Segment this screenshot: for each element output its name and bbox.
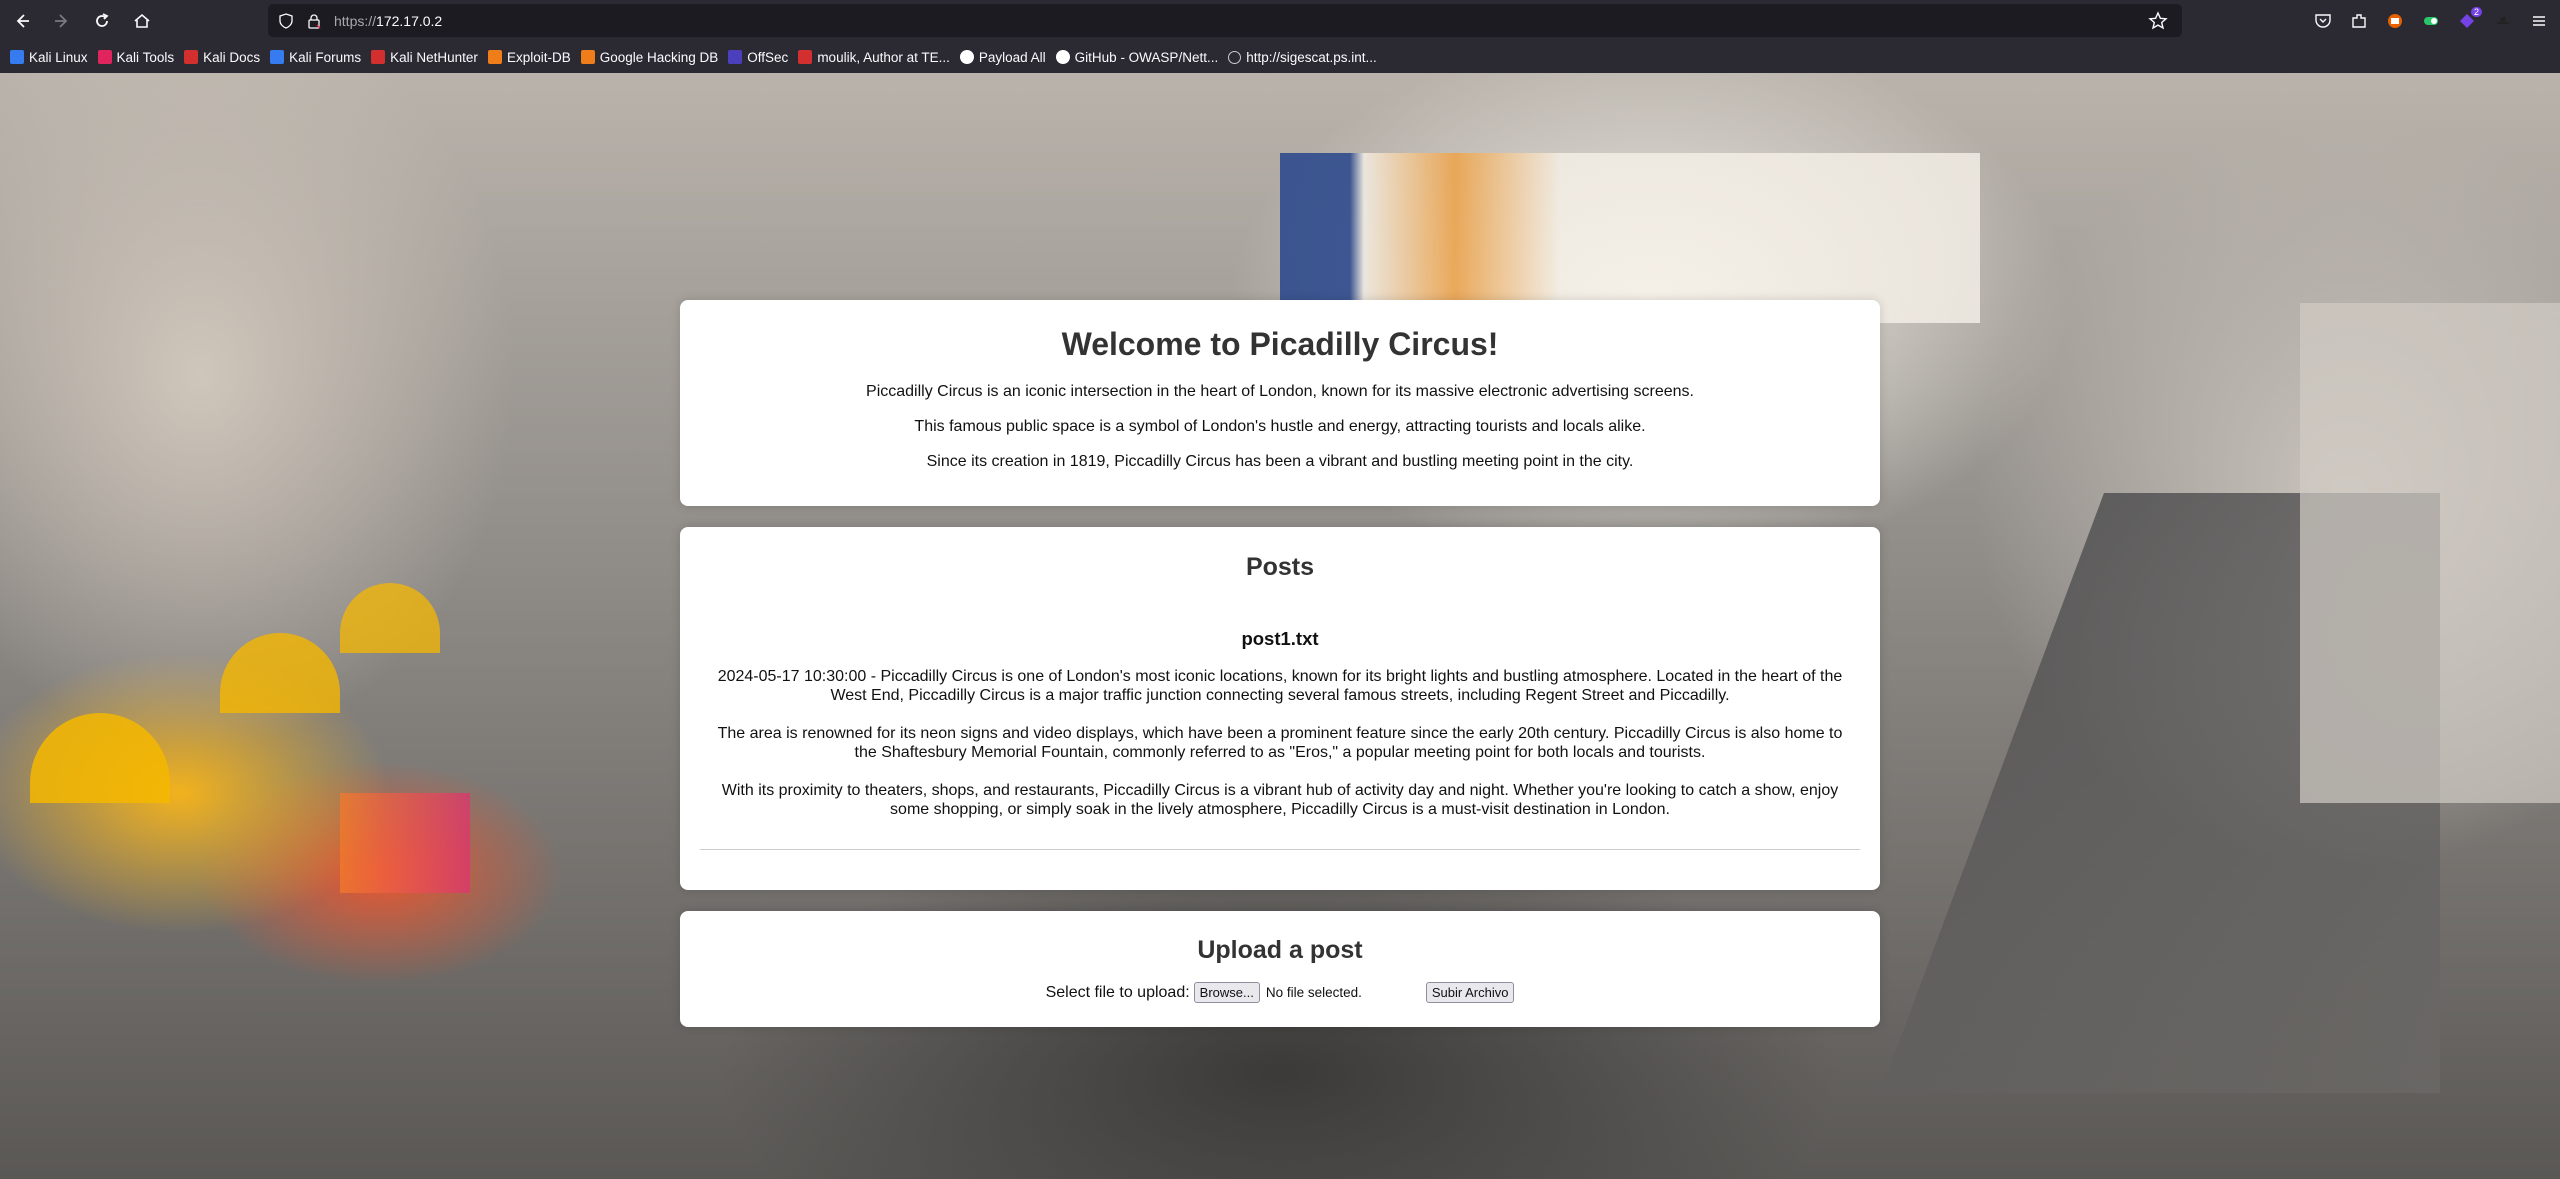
welcome-paragraph: This famous public space is a symbol of … xyxy=(914,418,1646,435)
page-title: Welcome to Picadilly Circus! xyxy=(1061,326,1499,362)
exploit-db-icon xyxy=(487,50,502,64)
browse-button[interactable]: Browse... xyxy=(1193,982,1260,1003)
file-status: No file selected. xyxy=(1265,985,1362,1000)
bookmark-label: Exploit-DB xyxy=(506,49,571,65)
posts-card: Posts post1.txt 2024-05-17 10:30:00 - Pi… xyxy=(680,527,1880,890)
moulik-icon xyxy=(798,50,813,64)
ghdb-icon xyxy=(580,50,595,64)
user-hat-icon[interactable] xyxy=(2492,10,2514,32)
bookmark-github-owasp[interactable]: GitHub - OWASP/Nett... xyxy=(1055,49,1219,65)
bookmark-kali-forums[interactable]: Kali Forums xyxy=(270,50,361,65)
bookmark-label: Kali Linux xyxy=(29,49,88,65)
kali-docs-icon xyxy=(184,50,199,64)
bookmark-star-icon[interactable] xyxy=(2148,11,2168,31)
background-kiosk xyxy=(340,793,470,893)
bookmark-label: Kali NetHunter xyxy=(390,49,478,65)
extensions-icon[interactable] xyxy=(2348,10,2370,32)
welcome-paragraph: Piccadilly Circus is an iconic intersect… xyxy=(866,383,1694,400)
background-billboard xyxy=(1280,153,1980,323)
bookmark-label: Payload All xyxy=(978,49,1046,65)
upload-label: Select file to upload: xyxy=(1045,983,1190,1001)
bookmarks-bar: Kali Linux Kali Tools Kali Docs Kali For… xyxy=(0,41,2560,74)
kali-icon xyxy=(10,50,24,64)
menu-icon[interactable] xyxy=(2528,10,2550,32)
url-bar[interactable]: https://172.17.0.2 xyxy=(268,4,2182,37)
bookmark-label: Google Hacking DB xyxy=(599,49,719,65)
reload-icon[interactable] xyxy=(84,3,120,39)
url-scheme: https:// xyxy=(334,12,377,29)
lock-icon[interactable] xyxy=(304,11,324,31)
upload-form: Select file to upload: Browse... No file… xyxy=(680,982,1880,1003)
pocket-icon[interactable] xyxy=(2312,10,2334,32)
home-icon[interactable] xyxy=(124,3,160,39)
welcome-card: Welcome to Picadilly Circus! Piccadilly … xyxy=(680,300,1880,506)
bookmark-kali-tools[interactable]: Kali Tools xyxy=(97,49,175,65)
bookmark-label: Kali Forums xyxy=(289,49,362,65)
nethunter-icon xyxy=(371,50,386,64)
bookmark-label: OffSec xyxy=(747,49,789,65)
bookmark-label: Kali Docs xyxy=(203,49,261,65)
upload-heading: Upload a post xyxy=(1197,936,1363,964)
post-paragraph: With its proximity to theaters, shops, a… xyxy=(721,782,1839,818)
extension-purple-icon[interactable]: 2 xyxy=(2456,6,2482,32)
bookmark-sigescat[interactable]: http://sigescat.ps.int... xyxy=(1228,50,1377,65)
browser-toolbar: https://172.17.0.2 2 xyxy=(0,0,2560,41)
extension-green-icon[interactable] xyxy=(2420,10,2442,32)
offsec-icon xyxy=(728,50,743,64)
post-filename: post1.txt xyxy=(1241,628,1319,649)
posts-heading: Posts xyxy=(1245,553,1315,581)
bookmark-exploit-db[interactable]: Exploit-DB xyxy=(487,49,571,65)
bookmark-label: GitHub - OWASP/Nett... xyxy=(1074,49,1219,65)
background-building xyxy=(2300,303,2560,803)
github-icon xyxy=(1055,50,1070,64)
post-paragraph: The area is renowned for its neon signs … xyxy=(717,725,1843,761)
background-awning xyxy=(220,633,340,713)
bookmark-kali-docs[interactable]: Kali Docs xyxy=(184,50,260,65)
bookmark-kali-linux[interactable]: Kali Linux xyxy=(10,50,88,65)
bookmark-moulik[interactable]: moulik, Author at TE... xyxy=(798,50,950,65)
bookmark-offsec[interactable]: OffSec xyxy=(728,50,788,65)
bookmark-google-hacking-db[interactable]: Google Hacking DB xyxy=(580,49,719,65)
background-awning xyxy=(340,583,440,653)
forward-icon[interactable] xyxy=(44,3,80,39)
foxyproxy-icon[interactable] xyxy=(2384,10,2406,32)
bookmark-kali-nethunter[interactable]: Kali NetHunter xyxy=(371,50,478,65)
github-icon xyxy=(959,50,974,64)
globe-icon xyxy=(1228,50,1242,64)
background-awning xyxy=(30,713,170,803)
bookmark-payload-all[interactable]: Payload All xyxy=(959,49,1046,65)
bookmark-label: moulik, Author at TE... xyxy=(817,49,950,65)
post-paragraph: 2024-05-17 10:30:00 - Piccadilly Circus … xyxy=(717,668,1843,704)
kali-tools-icon xyxy=(97,50,112,64)
shield-icon[interactable] xyxy=(276,11,296,31)
post-divider xyxy=(700,849,1860,850)
back-icon[interactable] xyxy=(4,3,40,39)
bookmark-label: Kali Tools xyxy=(116,49,175,65)
kali-forums-icon xyxy=(270,50,285,64)
bookmark-label: http://sigescat.ps.int... xyxy=(1246,49,1377,65)
upload-card: Upload a post Select file to upload: Bro… xyxy=(680,911,1880,1027)
url-text[interactable]: https://172.17.0.2 xyxy=(334,13,442,29)
extension-badge: 2 xyxy=(2470,6,2482,17)
submit-button[interactable]: Subir Archivo xyxy=(1425,982,1515,1003)
post-body: 2024-05-17 10:30:00 - Piccadilly Circus … xyxy=(714,667,1846,838)
url-host: 172.17.0.2 xyxy=(376,12,443,29)
welcome-paragraph: Since its creation in 1819, Piccadilly C… xyxy=(926,453,1634,470)
